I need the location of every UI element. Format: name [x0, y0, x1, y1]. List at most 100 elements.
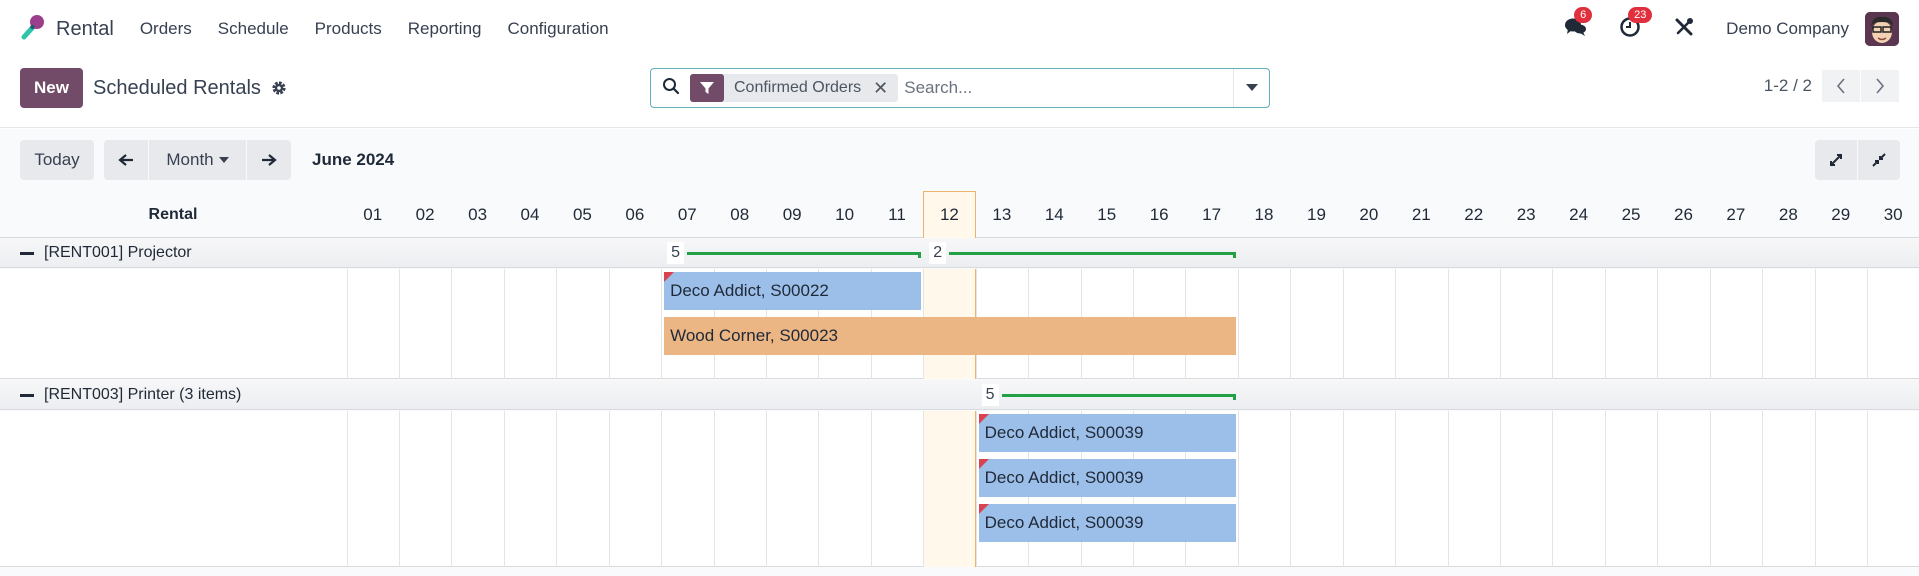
aggregate-line-end: [918, 252, 922, 258]
pill-label: Deco Addict, S00039: [984, 513, 1144, 532]
grid-cell-line: [1762, 269, 1764, 379]
late-marker-icon: [978, 459, 989, 469]
day-header: 03: [468, 204, 488, 224]
day-header: 01: [363, 204, 383, 224]
grid-cell-line: [1762, 411, 1764, 567]
gantt-view: Today Month June 2024 Rental 01 02 03 04 05 0…: [0, 129, 1919, 576]
menu-orders[interactable]: Orders: [140, 19, 192, 39]
tools-icon: [1674, 17, 1694, 42]
today-button[interactable]: Today: [20, 140, 94, 180]
aggregate-line-end: [1232, 252, 1236, 258]
grid-cell-line: [1814, 411, 1816, 567]
pager: 1-2 / 2: [1764, 70, 1899, 102]
messages-button[interactable]: 6: [1564, 7, 1593, 41]
grid-cell-line: [1290, 269, 1292, 379]
grid-cell-line: [1657, 269, 1659, 379]
grid-cell-line: [451, 269, 453, 379]
group-row[interactable]: [RENT003] Printer (3 items) 5: [0, 380, 1919, 410]
search-options-toggle[interactable]: [1233, 69, 1269, 107]
app-name: Rental: [56, 17, 114, 40]
day-header: 11: [888, 204, 906, 224]
navbar: Rental Orders Schedule Products Reportin…: [0, 0, 1919, 58]
group-title[interactable]: [RENT003] Printer (3 items): [20, 380, 241, 410]
caret-down-icon: [1245, 84, 1258, 91]
activities-badge: 23: [1628, 7, 1653, 23]
grid-cell-line: [556, 269, 558, 379]
day-header: 14: [1044, 204, 1064, 224]
chevron-right-icon: [1876, 78, 1885, 94]
grid-cell-line: [975, 411, 977, 567]
gantt-pill[interactable]: Deco Addict, S00039: [978, 414, 1236, 452]
user-avatar[interactable]: [1865, 12, 1899, 46]
grid-cell-line: [503, 411, 505, 567]
day-header: 06: [625, 204, 645, 224]
gear-icon[interactable]: [271, 80, 287, 101]
pill-label: Deco Addict, S00039: [984, 468, 1144, 487]
arrow-left-icon: [118, 154, 133, 166]
grid-cell-line: [608, 411, 610, 567]
aggregate-line: [687, 252, 922, 255]
day-header: 27: [1726, 204, 1746, 224]
grid-cell-line: [713, 411, 715, 567]
menu-products[interactable]: Products: [315, 19, 382, 39]
next-period-button[interactable]: [247, 140, 291, 180]
day-header: 13: [992, 204, 1012, 224]
search-bar: Confirmed Orders ✕: [650, 68, 1270, 108]
grid-cell-line: [1499, 269, 1501, 379]
remove-facet-icon[interactable]: ✕: [873, 78, 888, 99]
day-header: 23: [1516, 204, 1536, 224]
day-header: 25: [1621, 204, 1641, 224]
grid-cell-line: [1709, 411, 1711, 567]
menu-reporting[interactable]: Reporting: [408, 19, 482, 39]
pill-label: Deco Addict, S00022: [670, 281, 829, 300]
pager-next-button[interactable]: [1861, 70, 1899, 102]
grid-cell-line: [1499, 411, 1501, 567]
day-header: 28: [1778, 204, 1798, 224]
group-label: [RENT003] Printer (3 items): [44, 386, 242, 403]
aggregate-value: 5: [667, 242, 684, 264]
scale-label: Month: [166, 150, 214, 169]
day-header: 09: [782, 204, 802, 224]
group-title[interactable]: [RENT001] Projector: [20, 238, 192, 268]
messages-badge: 6: [1574, 7, 1593, 23]
company-switcher[interactable]: Demo Company: [1726, 19, 1849, 39]
late-marker-icon: [664, 272, 675, 282]
activities-button[interactable]: 23: [1618, 7, 1653, 41]
gantt-pill[interactable]: Deco Addict, S00039: [978, 504, 1236, 542]
scale-dropdown[interactable]: Month: [149, 140, 246, 180]
previous-period-button[interactable]: [104, 140, 148, 180]
menu-configuration[interactable]: Configuration: [507, 19, 608, 39]
collapse-icon[interactable]: [20, 393, 34, 397]
pager-value[interactable]: 1-2 / 2: [1764, 76, 1812, 96]
grid-cell-line: [1395, 411, 1397, 567]
collapse-rows-button[interactable]: [1858, 140, 1900, 180]
expand-rows-button[interactable]: [1815, 140, 1857, 180]
day-header: 08: [730, 204, 750, 224]
grid-cell-line: [1447, 411, 1449, 567]
menu-schedule[interactable]: Schedule: [218, 19, 289, 39]
pager-previous-button[interactable]: [1822, 70, 1860, 102]
grid-cell-line: [398, 411, 400, 567]
aggregate-bar: 5: [667, 238, 922, 268]
aggregate-bar: 5: [981, 380, 1236, 410]
filter-facet: Confirmed Orders ✕: [690, 74, 899, 102]
rental-app-icon: [20, 13, 46, 46]
collapse-icon[interactable]: [20, 251, 34, 255]
debug-tools-button[interactable]: [1672, 17, 1696, 41]
day-header: 04: [520, 204, 540, 224]
new-button[interactable]: New: [20, 68, 83, 108]
day-header: 16: [1149, 204, 1169, 224]
app-brand[interactable]: Rental: [20, 13, 114, 46]
gantt-pill[interactable]: Deco Addict, S00039: [978, 459, 1236, 497]
group-row[interactable]: [RENT001] Projector 5 2: [0, 238, 1919, 268]
gantt-pill[interactable]: Wood Corner, S00023: [664, 317, 1236, 355]
day-header-today: 12: [923, 191, 976, 238]
gantt-header: Rental 01 02 03 04 05 06 07 08 09 10 11 12 13 14 15 16 1…: [0, 191, 1919, 238]
gantt-pill[interactable]: Deco Addict, S00022: [664, 272, 922, 310]
aggregate-line: [949, 252, 1236, 255]
rows-header: Rental: [148, 205, 198, 223]
day-header: 07: [677, 204, 697, 224]
day-header: 20: [1359, 204, 1379, 224]
day-header: 26: [1674, 204, 1693, 224]
search-input[interactable]: [904, 78, 1225, 98]
